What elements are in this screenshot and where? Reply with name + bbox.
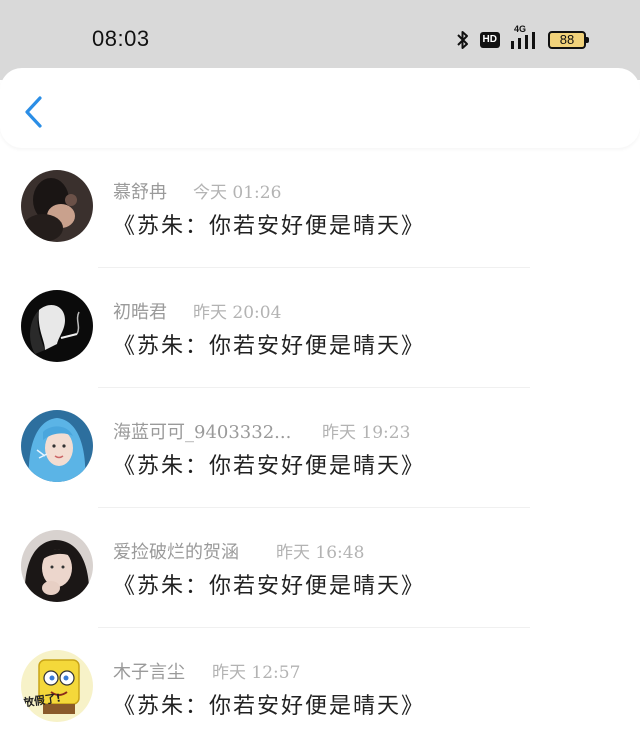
avatar[interactable]: [21, 170, 93, 242]
avatar[interactable]: [21, 290, 93, 362]
bluetooth-icon: [456, 29, 470, 51]
sender-name: 木子言尘: [113, 662, 185, 683]
sender-name: 慕舒冉: [113, 182, 167, 203]
message-time: 昨天 16:48: [276, 543, 365, 563]
status-time: 08:03: [92, 26, 150, 51]
signal-icon: 4G: [510, 24, 538, 51]
message-time: 昨天 12:57: [212, 663, 301, 683]
message-text: 《苏朱：你若安好便是晴天》: [113, 574, 426, 599]
message-time: 昨天 19:23: [322, 423, 411, 443]
status-icons: HD 4G 88: [456, 24, 589, 52]
nav-header: [0, 68, 640, 148]
avatar[interactable]: 放假了!: [21, 650, 93, 722]
sender-name: 初晧君: [113, 302, 167, 323]
message-time: 昨天 20:04: [193, 303, 282, 323]
hd-badge: HD: [479, 32, 500, 48]
message-text: 《苏朱：你若安好便是晴天》: [113, 694, 426, 719]
sender-name: 爱捡破烂的贺涵: [113, 542, 239, 563]
battery-icon: 88: [548, 31, 589, 49]
back-button[interactable]: [20, 94, 50, 130]
message-time: 今天 01:26: [193, 183, 282, 203]
divider: [98, 627, 530, 628]
divider: [98, 387, 530, 388]
chevron-left-icon: [25, 96, 42, 128]
message-text: 《苏朱：你若安好便是晴天》: [113, 214, 426, 239]
list-item[interactable]: 海蓝可可_9403332... 昨天 19:23 《苏朱：你若安好便是晴天》: [0, 390, 640, 510]
avatar[interactable]: [21, 530, 93, 602]
network-type-label: 4G: [514, 24, 527, 34]
battery-level: 88: [559, 32, 575, 47]
list-item[interactable]: 爱捡破烂的贺涵 昨天 16:48 《苏朱：你若安好便是晴天》: [0, 510, 640, 630]
sender-name: 海蓝可可_9403332...: [113, 422, 292, 443]
message-text: 《苏朱：你若安好便是晴天》: [113, 334, 426, 359]
message-list: 慕舒冉 今天 01:26 《苏朱：你若安好便是晴天》 初晧君 昨天 20:04 …: [0, 150, 640, 750]
list-item[interactable]: 慕舒冉 今天 01:26 《苏朱：你若安好便是晴天》: [0, 150, 640, 270]
list-item[interactable]: 放假了! 木子言尘 昨天 12:57 《苏朱：你若安好便是晴天》: [0, 630, 640, 750]
message-text: 《苏朱：你若安好便是晴天》: [113, 454, 426, 479]
list-item[interactable]: 初晧君 昨天 20:04 《苏朱：你若安好便是晴天》: [0, 270, 640, 390]
divider: [98, 267, 530, 268]
avatar[interactable]: [21, 410, 93, 482]
divider: [98, 507, 530, 508]
